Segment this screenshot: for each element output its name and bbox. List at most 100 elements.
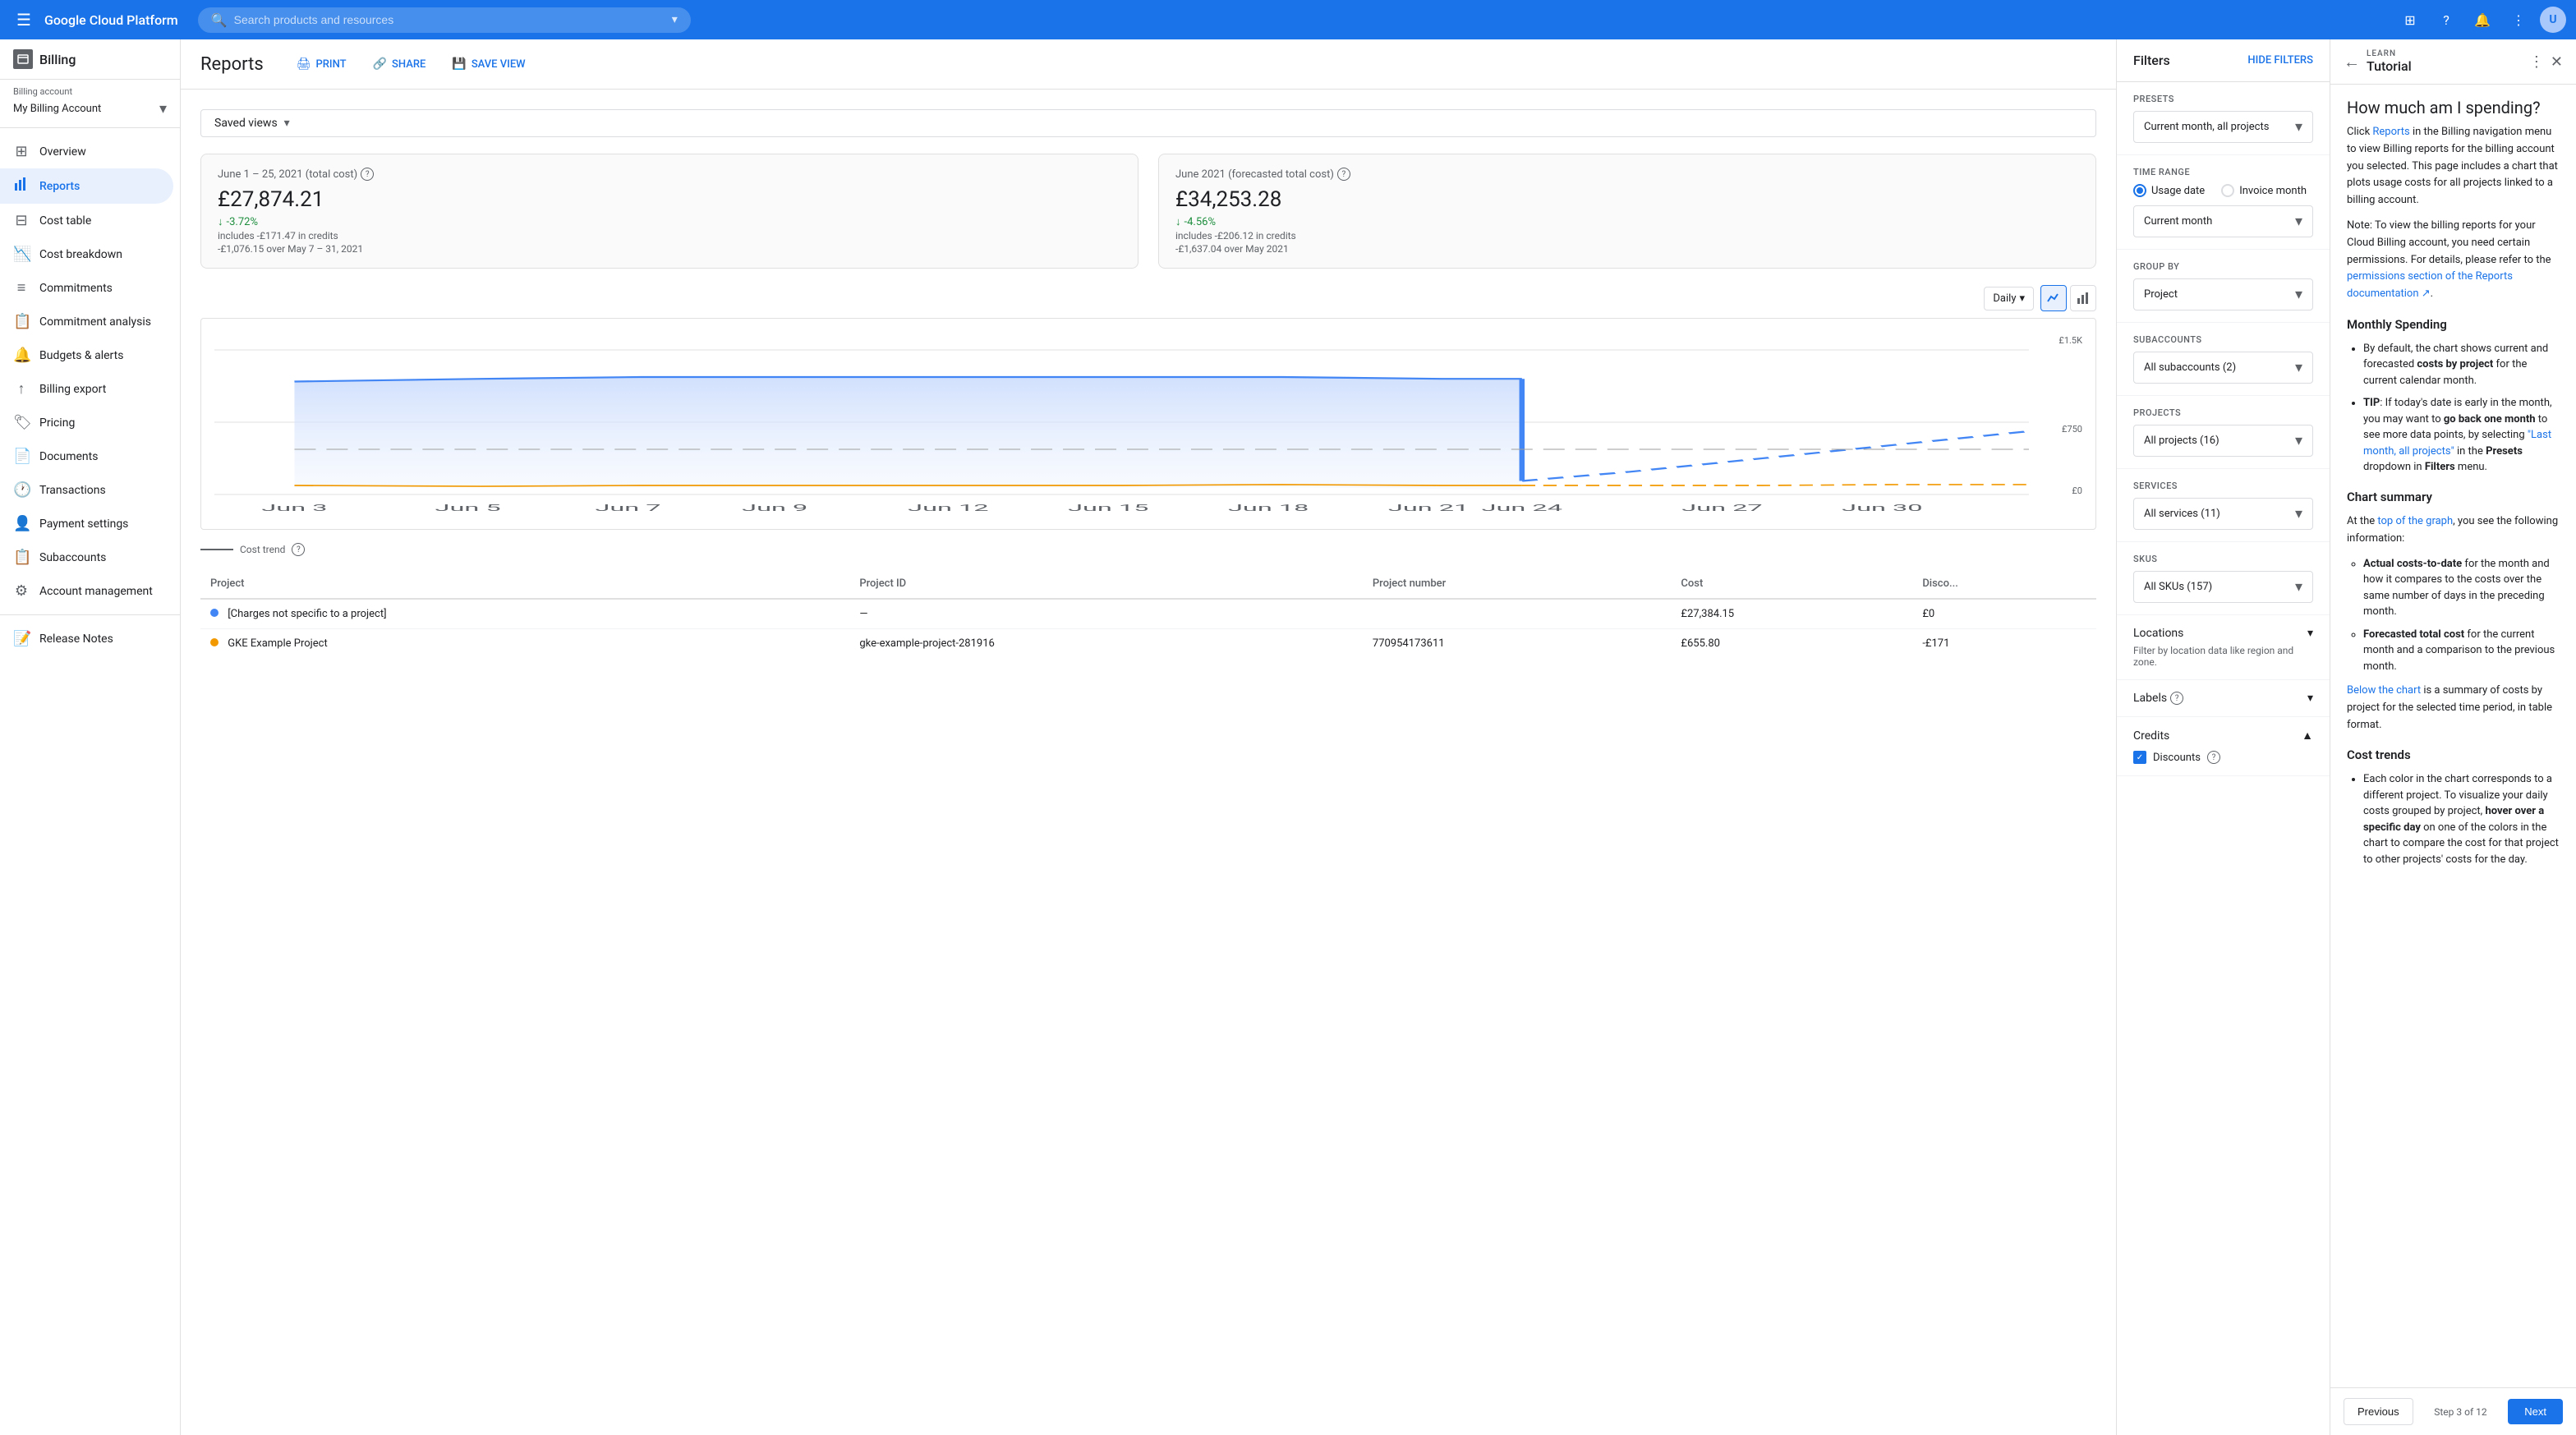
chart-interval-select[interactable]: Daily ▾	[1984, 287, 2034, 310]
sidebar-item-label: Billing export	[39, 383, 106, 396]
project-number-cell-2: 770954173611	[1363, 629, 1672, 659]
skus-select[interactable]: All SKUs (157) ▾	[2133, 571, 2313, 603]
filters-header: Filters HIDE FILTERS	[2117, 39, 2330, 82]
tutorial-subtitle: Tutorial	[2367, 58, 2412, 74]
reports-content: Saved views ▾ June 1 – 25, 2021 (total c…	[181, 90, 2116, 1435]
projects-chevron: ▾	[2295, 432, 2302, 449]
cost-card-2-change: ↓ -4.56%	[1175, 215, 2079, 228]
sidebar-divider	[0, 614, 180, 615]
locations-label: Locations	[2133, 627, 2183, 640]
credits-section: Credits ▲ ✓ Discounts ?	[2117, 717, 2330, 776]
help-icon-1[interactable]: ?	[361, 168, 374, 181]
col-project-id: Project ID	[849, 569, 1363, 599]
sidebar-nav: ⊞ Overview Reports ⊟ Cost table 📉 Cost b…	[0, 128, 180, 662]
transactions-icon: 🕐	[13, 481, 30, 499]
permissions-link[interactable]: permissions section of the Reports docum…	[2347, 270, 2513, 300]
tutorial-step: Step 3 of 12	[2434, 1406, 2486, 1418]
app-logo: Google Cloud Platform	[44, 12, 178, 28]
cost-trend-help[interactable]: ?	[292, 543, 305, 556]
tutorial-close-button[interactable]: ✕	[2551, 53, 2563, 71]
reports-icon	[13, 177, 30, 195]
project-dot-2	[210, 638, 218, 646]
col-cost: Cost	[1671, 569, 1912, 599]
sidebar-item-release-notes[interactable]: 📝 Release Notes	[0, 622, 173, 655]
sidebar-item-overview[interactable]: ⊞ Overview	[0, 135, 173, 168]
sidebar-item-commitment-analysis[interactable]: 📋 Commitment analysis	[0, 305, 173, 338]
sidebar-item-reports[interactable]: Reports	[0, 168, 173, 204]
notifications-icon[interactable]: 🔔	[2468, 5, 2497, 34]
sidebar-item-payment-settings[interactable]: 👤 Payment settings	[0, 507, 173, 540]
below-chart-link[interactable]: Below the chart	[2347, 684, 2421, 697]
tutorial-previous-button[interactable]: Previous	[2344, 1398, 2413, 1425]
svg-text:Jun 7: Jun 7	[595, 503, 660, 513]
cost-breakdown-icon: 📉	[13, 246, 30, 263]
group-by-select[interactable]: Project ▾	[2133, 278, 2313, 310]
apps-icon[interactable]: ⊞	[2395, 5, 2425, 34]
sidebar-item-subaccounts[interactable]: 📋 Subaccounts	[0, 540, 173, 574]
sidebar-item-commitments[interactable]: ≡ Commitments	[0, 271, 173, 305]
sidebar-item-billing-export[interactable]: ↑ Billing export	[0, 372, 173, 406]
saved-views-button[interactable]: Saved views ▾	[200, 109, 2096, 137]
tutorial-title: How much am I spending?	[2330, 85, 2576, 124]
search-input[interactable]	[234, 13, 665, 26]
locations-section[interactable]: Locations ▾ Filter by location data like…	[2117, 615, 2330, 680]
usage-date-radio[interactable]: Usage date	[2133, 184, 2205, 197]
hide-filters-button[interactable]: HIDE FILTERS	[2247, 54, 2313, 67]
chart-wrapper: £1.5K £750 £0	[200, 318, 2096, 530]
search-dropdown-icon[interactable]: ▾	[672, 13, 678, 26]
cost-table: Project Project ID Project number Cost D…	[200, 569, 2096, 658]
search-bar[interactable]: 🔍 ▾	[198, 7, 691, 33]
menu-icon[interactable]: ☰	[10, 3, 38, 36]
sidebar-item-documents[interactable]: 📄 Documents	[0, 439, 173, 473]
bar-chart-button[interactable]	[2070, 285, 2096, 311]
sidebar-item-cost-breakdown[interactable]: 📉 Cost breakdown	[0, 237, 173, 271]
tutorial-more-button[interactable]: ⋮	[2529, 53, 2544, 71]
help-icon-2[interactable]: ?	[1337, 168, 1350, 181]
more-options-icon[interactable]: ⋮	[2504, 5, 2533, 34]
discounts-checkbox[interactable]: ✓	[2133, 751, 2146, 764]
presets-select[interactable]: Current month, all projects ▾	[2133, 111, 2313, 143]
sidebar-item-transactions[interactable]: 🕐 Transactions	[0, 473, 173, 507]
monthly-bullet-2: TIP: If today's date is early in the mon…	[2363, 395, 2560, 476]
tutorial-next-button[interactable]: Next	[2508, 1399, 2563, 1424]
reports-link[interactable]: Reports	[2372, 126, 2409, 138]
tutorial-header: ← LEARN Tutorial ⋮ ✕	[2330, 39, 2576, 85]
svg-text:Jun 15: Jun 15	[1068, 503, 1148, 513]
save-view-label: SAVE VIEW	[472, 58, 526, 71]
labels-section[interactable]: Labels ? ▾	[2117, 680, 2330, 717]
sidebar-item-pricing[interactable]: 🏷 Pricing	[0, 406, 173, 439]
subaccounts-select[interactable]: All subaccounts (2) ▾	[2133, 352, 2313, 384]
help-icon[interactable]: ?	[2431, 5, 2461, 34]
time-period-value: Current month	[2144, 215, 2212, 228]
line-chart-button[interactable]	[2040, 285, 2067, 311]
labels-help[interactable]: ?	[2170, 692, 2183, 705]
billing-account-chevron: ▾	[159, 100, 167, 117]
sidebar-item-budgets-alerts[interactable]: 🔔 Budgets & alerts	[0, 338, 173, 372]
avatar[interactable]: U	[2540, 7, 2566, 33]
skus-chevron: ▾	[2295, 578, 2302, 596]
print-button[interactable]: 🖨 PRINT	[290, 53, 353, 76]
sidebar-item-label: Commitment analysis	[39, 315, 151, 329]
project-dot-1	[210, 609, 218, 617]
monthly-spending-list: By default, the chart shows current and …	[2347, 341, 2560, 476]
last-month-link[interactable]: "Last month, all projects"	[2363, 429, 2551, 458]
invoice-month-radio[interactable]: Invoice month	[2221, 184, 2307, 197]
billing-account-select[interactable]: My Billing Account ▾	[13, 100, 167, 117]
top-of-graph-link[interactable]: top of the graph	[2377, 515, 2453, 527]
discounts-help[interactable]: ?	[2207, 751, 2220, 764]
tutorial-header-info: LEARN Tutorial	[2367, 49, 2412, 74]
save-view-button[interactable]: 💾 SAVE VIEW	[445, 53, 531, 76]
subaccounts-value: All subaccounts (2)	[2144, 361, 2236, 374]
tutorial-back-button[interactable]: ←	[2344, 52, 2360, 72]
time-period-chevron: ▾	[2295, 213, 2302, 230]
projects-select[interactable]: All projects (16) ▾	[2133, 425, 2313, 457]
services-select[interactable]: All services (11) ▾	[2133, 498, 2313, 530]
time-period-select[interactable]: Current month ▾	[2133, 205, 2313, 237]
cost-card-2-title: June 2021 (forecasted total cost) ?	[1175, 168, 2079, 181]
labels-label: Labels	[2133, 692, 2167, 705]
chart-bullet-1: Actual costs-to-date for the month and h…	[2363, 556, 2560, 620]
sidebar-item-account-management[interactable]: ⚙ Account management	[0, 574, 173, 608]
share-button[interactable]: 🔗 SHARE	[366, 53, 433, 76]
chart-interval-chevron: ▾	[2019, 292, 2025, 305]
sidebar-item-cost-table[interactable]: ⊟ Cost table	[0, 204, 173, 237]
